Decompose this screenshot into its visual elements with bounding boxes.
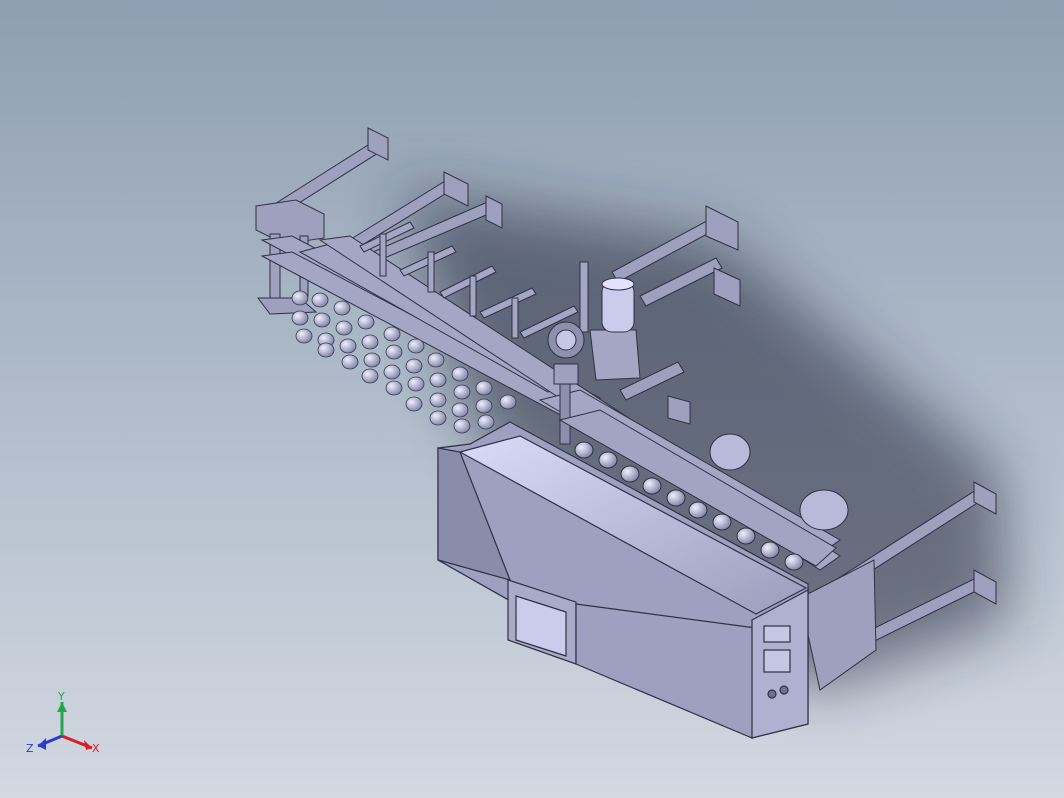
y-axis-arrow: [57, 702, 67, 712]
z-axis-label: Z: [26, 742, 34, 755]
cad-model-view[interactable]: Y X Z: [0, 0, 1064, 798]
y-axis-label: Y: [57, 690, 65, 703]
graphics-viewport[interactable]: Y X Z: [0, 0, 1064, 798]
x-axis-label: X: [92, 742, 100, 755]
orientation-triad[interactable]: Y X Z: [26, 690, 100, 755]
